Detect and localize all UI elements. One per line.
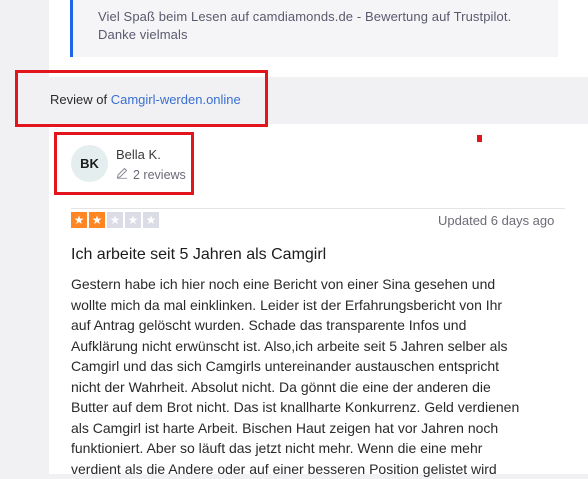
highlight-mark [477, 135, 482, 142]
review-body-line: funktioniert. Aber so läuft das jetzt ni… [71, 438, 571, 459]
review-body-line: auf Antrag gelöscht wurden. Schade das t… [71, 315, 571, 336]
star-filled-icon: ★ [89, 212, 105, 228]
review-body-line: Gestern habe ich hier noch eine Bericht … [71, 274, 571, 295]
review-body-line: wollte mich da mal einklinken. Leider is… [71, 295, 571, 316]
divider [71, 208, 565, 209]
review-body-line: nicht der Wahrheit. Absolut nicht. Da gö… [71, 377, 571, 398]
highlight-box-company [15, 70, 268, 127]
review-title[interactable]: Ich arbeite seit 5 Jahren als Camgirl [71, 246, 326, 264]
review-body: Gestern habe ich hier noch eine Bericht … [71, 274, 571, 479]
star-empty-icon: ★ [107, 212, 123, 228]
star-empty-icon: ★ [143, 212, 159, 228]
review-body-line: als Camgirl ist harte Arbeit. Bischen Ha… [71, 418, 571, 439]
review-body-line: Aufklärung nicht erwünscht ist. Also,ich… [71, 336, 571, 357]
review-date: Updated 6 days ago [438, 213, 554, 228]
previous-review-card: Viel Spaß beim Lesen auf camdiamonds.de … [49, 0, 588, 77]
star-rating: ★★★★★ [71, 212, 159, 228]
highlight-box-author [54, 132, 194, 195]
star-filled-icon: ★ [71, 212, 87, 228]
quote-line-1: Viel Spaß beim Lesen auf camdiamonds.de … [98, 9, 511, 24]
quote-line-2: Danke vielmals [98, 27, 188, 42]
review-body-line: Butter auf dem Brot nicht. Das ist knall… [71, 397, 571, 418]
star-empty-icon: ★ [125, 212, 141, 228]
review-body-line: verdient als die Andere oder auf einer b… [71, 459, 571, 479]
review-body-line: Camgirl und das sich Camgirls untereinan… [71, 356, 571, 377]
reply-quote-box: Viel Spaß beim Lesen auf camdiamonds.de … [70, 0, 558, 57]
